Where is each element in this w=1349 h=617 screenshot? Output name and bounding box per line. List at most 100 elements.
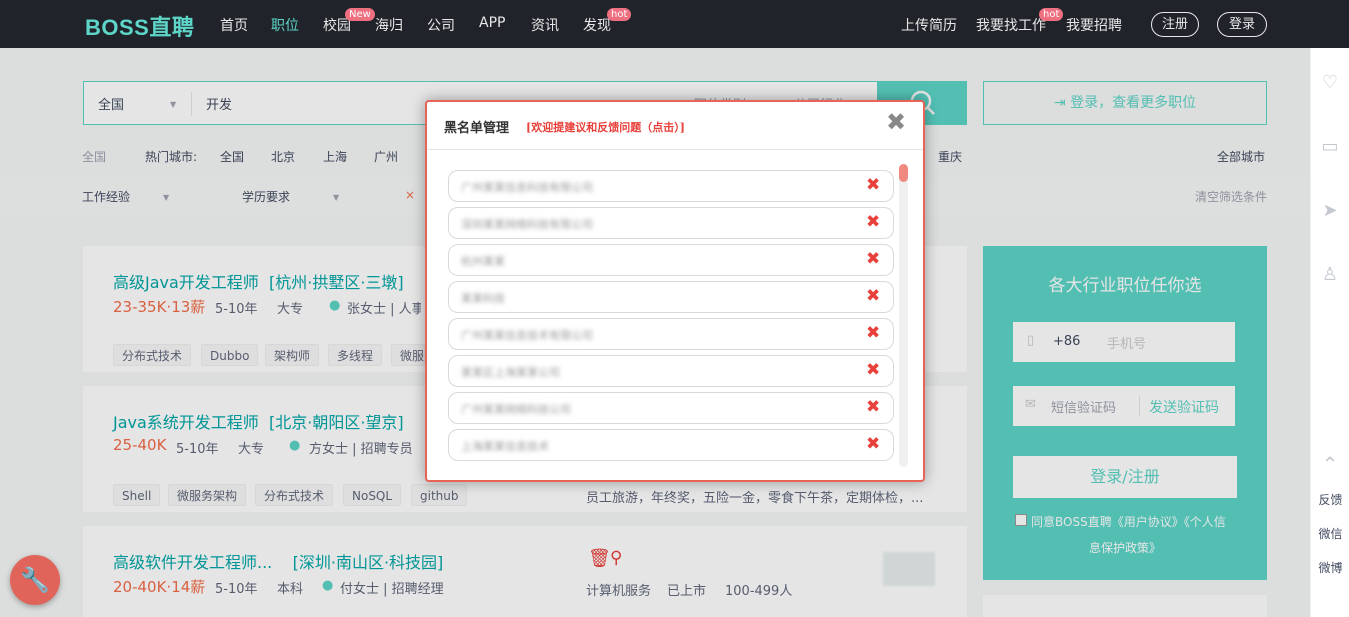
city-select[interactable]: 全国 [98, 94, 124, 113]
skill-tag: 多线程 [328, 344, 383, 366]
feedback-link[interactable]: [欢迎提建议和反馈问题（点击）] [526, 119, 685, 135]
nav-overseas[interactable]: 海归 [375, 15, 403, 35]
mail-icon: ✉ [1025, 397, 1036, 412]
find-job-link[interactable]: 我要找工作 [976, 15, 1046, 35]
company-name: 某某科技 [461, 292, 505, 305]
remove-icon[interactable]: ✖ [866, 434, 880, 454]
job-title[interactable]: 高级软件开发工程师... [深圳·南山区·科技园] [113, 549, 443, 573]
wrench-icon[interactable]: 🔧 [10, 555, 60, 605]
chat-icon: ● [322, 578, 334, 593]
login-prompt-button[interactable]: ⇥ 登录，查看更多职位 [983, 81, 1267, 125]
job-card[interactable]: 高级软件开发工程师... [深圳·南山区·科技园] 20-40K·14薪 5-1… [83, 526, 967, 617]
all-cities-label[interactable]: 全国 [82, 148, 106, 165]
hire-link[interactable]: 我要招聘 [1066, 15, 1122, 35]
job-location: [杭州·拱墅区·三墩] [268, 273, 404, 292]
chevron-up-icon[interactable]: ⌃ [1319, 452, 1341, 476]
login-button[interactable]: 登录 [1217, 12, 1267, 37]
phone-input[interactable]: ▯ +86 手机号 [1013, 322, 1235, 362]
city-link[interactable]: 全国 [220, 148, 244, 165]
remove-icon[interactable]: ✖ [866, 175, 880, 195]
hot-badge: hot [607, 8, 632, 21]
logo[interactable]: BOSS直聘 [85, 10, 194, 42]
register-button[interactable]: 注册 [1151, 12, 1199, 37]
scrollbar-thumb[interactable] [899, 164, 908, 182]
blacklist-item: 深圳某某网络科技有限公司 ✖ [448, 207, 894, 239]
education: 大专 [238, 442, 265, 457]
remove-icon[interactable]: ✖ [866, 323, 880, 343]
experience-filter[interactable]: 工作经验 [82, 188, 130, 205]
job-location: [北京·朝阳区·望京] [268, 413, 404, 432]
nav-company[interactable]: 公司 [427, 15, 455, 35]
company-name: 上海某某信息技术 [461, 440, 549, 453]
city-link[interactable]: 北京 [271, 148, 295, 165]
remove-icon[interactable]: ✖ [866, 286, 880, 306]
nav-jobs[interactable]: 职位 [271, 15, 299, 35]
send-icon[interactable]: ➤ [1319, 200, 1341, 222]
blacklist-modal: 黑名单管理 [欢迎提建议和反馈问题（点击）] ✖ 广州某某信息科技有限公司 ✖ 深… [425, 100, 925, 482]
job-title[interactable]: 高级Java开发工程师 [杭州·拱墅区·三墩] [113, 269, 404, 293]
company-name: 广州某某信息科技有限公司 [461, 181, 593, 194]
company-logo[interactable] [883, 552, 935, 586]
benefits: 员工旅游，年终奖，五险一金，零食下午茶，定期体检，... [586, 491, 924, 506]
company-stage: 已上市 [667, 584, 707, 599]
recruiter: 付女士 | 招聘经理 [340, 582, 444, 597]
company-name: 广州某某信息技术有限公司 [461, 329, 593, 342]
remove-icon[interactable]: ✖ [866, 397, 880, 417]
nav-discover[interactable]: 发现 [583, 15, 611, 35]
upload-resume-link[interactable]: 上传简历 [901, 15, 957, 35]
weibo-link[interactable]: 微博 [1311, 559, 1349, 576]
login-prompt-label: 登录，查看更多职位 [1070, 95, 1197, 111]
login-register-button[interactable]: 登录/注册 [1013, 456, 1237, 498]
panel-title: 各大行业职位任你选 [1048, 276, 1202, 296]
search-input[interactable]: 开发 [206, 94, 232, 113]
modal-scrollbar[interactable] [899, 164, 908, 467]
chevron-down-icon: ▼ [333, 193, 340, 202]
search-icon[interactable]: ⚲ [610, 548, 622, 568]
chat-icon[interactable]: ▭ [1319, 136, 1341, 158]
city-link[interactable]: 重庆 [938, 148, 962, 165]
sms-code-input[interactable]: ✉ 短信验证码 发送验证码 [1013, 386, 1235, 426]
remove-icon[interactable]: ✖ [866, 249, 880, 269]
education-filter[interactable]: 学历要求 [242, 188, 290, 205]
salary: 25-40K [113, 436, 167, 454]
skill-tag: github [411, 484, 468, 506]
sms-placeholder: 短信验证码 [1051, 401, 1117, 416]
skill-tag: 分布式技术 [255, 484, 334, 506]
send-code-button[interactable]: 发送验证码 [1149, 397, 1219, 417]
login-panel: 各大行业职位任你选 ▯ +86 手机号 ✉ 短信验证码 发送验证码 登录/注册 … [983, 246, 1267, 580]
panel-bottom [983, 595, 1267, 617]
user-icon[interactable]: ♙ [1319, 264, 1341, 286]
heart-icon[interactable]: ♡ [1319, 72, 1341, 94]
login-icon: ⇥ [1053, 95, 1071, 111]
nav-app[interactable]: APP [479, 15, 505, 31]
agree-checkbox[interactable] [1015, 514, 1027, 526]
remove-icon[interactable]: ✖ [866, 212, 880, 232]
blacklist-item: 上海某某信息技术 ✖ [448, 429, 894, 461]
experience: 5-10年 [215, 582, 258, 597]
close-icon[interactable]: ✖ [886, 108, 906, 136]
agreement-text[interactable]: 同意BOSS直聘《用户协议》《个人信 [1031, 513, 1226, 530]
all-cities-link[interactable]: 全部城市 [1217, 148, 1265, 165]
trash-icon[interactable]: 🗑 [588, 548, 611, 569]
top-navbar: BOSS直聘 首页 职位 校园 New 海归 公司 APP 资讯 发现 hot … [0, 0, 1349, 48]
chat-icon: ● [289, 438, 301, 453]
skill-tag: 分布式技术 [113, 344, 192, 366]
experience: 5-10年 [176, 442, 219, 457]
job-title-text: 高级软件开发工程师... [113, 553, 273, 572]
agreement-text[interactable]: 息保护政策》 [1089, 539, 1161, 556]
blacklist-item: 某某区上海某某公司 ✖ [448, 355, 894, 387]
wechat-link[interactable]: 微信 [1311, 525, 1349, 542]
hot-badge: hot [1039, 8, 1064, 21]
skill-tag: Dubbo [201, 344, 259, 366]
chat-icon: ● [329, 298, 341, 313]
remove-icon[interactable]: ✖ [866, 360, 880, 380]
nav-home[interactable]: 首页 [220, 15, 248, 35]
job-title[interactable]: Java系统开发工程师 [北京·朝阳区·望京] [113, 409, 404, 433]
nav-news[interactable]: 资讯 [531, 15, 559, 35]
clear-filters-link[interactable]: 清空筛选条件 [1195, 188, 1267, 205]
country-code[interactable]: +86 [1053, 334, 1080, 349]
city-link[interactable]: 上海 [323, 148, 347, 165]
city-link[interactable]: 广州 [374, 148, 398, 165]
clear-x-icon[interactable]: × [405, 188, 415, 202]
feedback-link[interactable]: 反馈 [1311, 491, 1349, 508]
